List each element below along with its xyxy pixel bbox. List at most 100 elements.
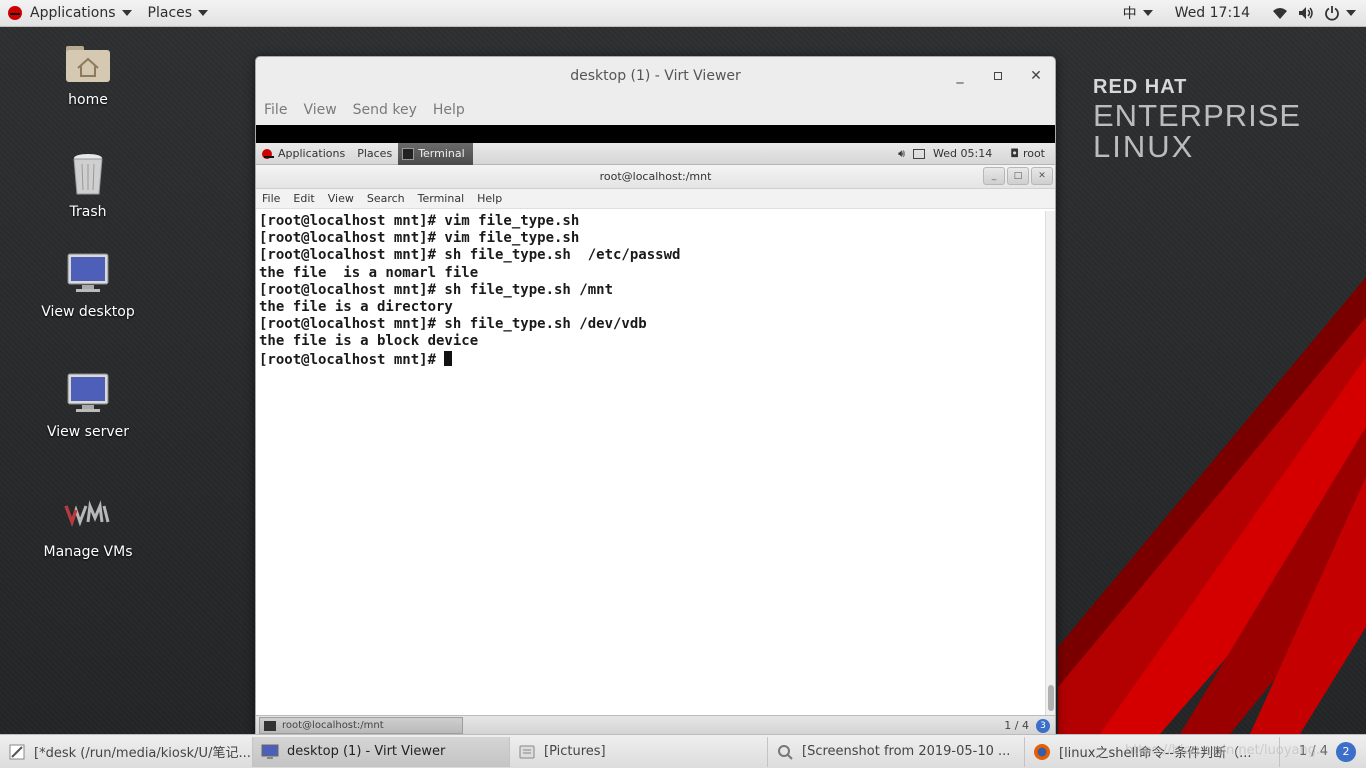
vm-logo-icon xyxy=(64,490,112,538)
terminal-line: the file is a block device xyxy=(259,333,479,350)
desktop-icon-label: home xyxy=(68,92,108,108)
desktop-icon-label: Trash xyxy=(69,204,107,220)
terminal-titlebar[interactable]: root@localhost:/mnt _ □ ✕ xyxy=(256,165,1055,189)
taskbar-item-pictures[interactable]: [Pictures] xyxy=(510,736,768,767)
virt-viewer-window: desktop (1) - Virt Viewer _ ✕ File View … xyxy=(255,56,1056,735)
firefox-icon xyxy=(1034,743,1050,760)
terminal-menu-view[interactable]: View xyxy=(328,192,354,205)
brand-line-3: LINUX xyxy=(1093,129,1195,164)
terminal-scrollbar[interactable] xyxy=(1045,211,1055,715)
maximize-button[interactable] xyxy=(979,57,1017,95)
places-label: Places xyxy=(147,5,193,21)
workspace-pager[interactable]: 1 / 4 2 xyxy=(1293,741,1366,762)
chevron-down-icon xyxy=(1142,10,1153,16)
terminal-line: [root@localhost mnt]# vim file_type.sh xyxy=(259,230,580,247)
desktop-icon-trash[interactable]: Trash xyxy=(28,150,148,220)
applications-menu[interactable]: Applications xyxy=(0,0,140,27)
scrollbar-thumb[interactable] xyxy=(1048,685,1054,711)
folder-icon xyxy=(519,745,535,758)
window-titlebar[interactable]: desktop (1) - Virt Viewer _ ✕ xyxy=(256,57,1055,95)
terminal-menu-help[interactable]: Help xyxy=(477,192,502,205)
maximize-icon: □ xyxy=(1013,171,1023,181)
terminal-title: root@localhost:/mnt xyxy=(599,170,712,183)
top-panel: Applications Places 中 Wed 17:14 xyxy=(0,0,1366,27)
minimize-button[interactable]: _ xyxy=(941,57,979,95)
terminal-line: [root@localhost mnt]# sh file_type.sh /m… xyxy=(259,281,614,298)
terminal-output[interactable]: [root@localhost mnt]# vim file_type.sh [r… xyxy=(256,211,1044,715)
terminal-line: [root@localhost mnt]# sh file_type.sh /e… xyxy=(259,247,681,264)
guest-user-menu[interactable]: root xyxy=(1023,147,1045,160)
wifi-icon xyxy=(1273,8,1287,19)
chevron-down-icon xyxy=(121,10,132,16)
terminal-line: [root@localhost mnt]# vim file_type.sh xyxy=(259,213,580,229)
terminal-line: the file is a directory xyxy=(259,299,453,316)
brand-line-2: ENTERPRISE xyxy=(1093,98,1302,133)
minimize-icon: _ xyxy=(956,68,964,84)
guest-notification-badge[interactable]: 3 xyxy=(1036,719,1050,733)
notification-badge[interactable]: 2 xyxy=(1336,741,1356,762)
applications-label: Applications xyxy=(30,5,116,21)
maximize-icon xyxy=(994,72,1002,80)
taskbar-item-firefox[interactable]: [linux之shell命令--条件判断（... xyxy=(1025,736,1280,767)
guest-display[interactable]: Applications Places Terminal 🔊︎ Wed 05:1… xyxy=(256,142,1055,735)
guest-terminal-label: Terminal xyxy=(418,147,465,160)
taskbar-item-editor[interactable]: [*desk (/run/media/kiosk/U/笔记... xyxy=(0,736,253,767)
trash-icon xyxy=(64,150,112,198)
places-menu[interactable]: Places xyxy=(140,0,217,27)
text-editor-icon xyxy=(9,744,25,759)
input-method-menu[interactable]: 中 xyxy=(1115,0,1161,27)
terminal-close-button[interactable]: ✕ xyxy=(1031,167,1053,185)
power-icon xyxy=(1325,6,1339,21)
guest-bottom-panel: root@localhost:/mnt 1 / 4 3 xyxy=(256,715,1055,735)
desktop-icon-manage-vms[interactable]: Manage VMs xyxy=(28,490,148,560)
network-icon[interactable] xyxy=(913,148,926,159)
terminal-maximize-button[interactable]: □ xyxy=(1007,167,1029,185)
desktop-icon-home[interactable]: home xyxy=(28,38,148,108)
taskbar-item-screenshot[interactable]: [Screenshot from 2019-05-10 ... xyxy=(768,736,1025,767)
guest-applications-menu[interactable]: Applications xyxy=(256,143,351,165)
red-hat-brand: RED HAT ENTERPRISE LINUX xyxy=(1093,77,1301,162)
close-button[interactable]: ✕ xyxy=(1017,57,1055,95)
bottom-taskbar: [*desk (/run/media/kiosk/U/笔记... desktop… xyxy=(0,734,1366,768)
desktop-icon-label: View desktop xyxy=(41,304,135,320)
volume-icon xyxy=(1299,7,1313,19)
menu-view[interactable]: View xyxy=(303,102,336,118)
guest-task-terminal[interactable]: root@localhost:/mnt xyxy=(259,717,463,734)
menu-help[interactable]: Help xyxy=(433,102,465,118)
terminal-minimize-button[interactable]: _ xyxy=(983,167,1005,185)
terminal-menu-edit[interactable]: Edit xyxy=(293,192,314,205)
taskbar-item-label: desktop (1) - Virt Viewer xyxy=(287,744,446,759)
guest-clock[interactable]: Wed 05:14 xyxy=(933,147,992,160)
guest-applications-label: Applications xyxy=(278,147,346,160)
desktop-icon-label: View server xyxy=(47,424,129,440)
menu-send-key[interactable]: Send key xyxy=(353,102,417,118)
terminal-cursor xyxy=(444,350,453,366)
volume-icon[interactable]: 🔊︎ xyxy=(898,147,905,161)
clock[interactable]: Wed 17:14 xyxy=(1161,0,1264,27)
desktop-icon-view-server[interactable]: View server xyxy=(28,370,148,440)
menu-file[interactable]: File xyxy=(264,102,287,118)
window-title: desktop (1) - Virt Viewer xyxy=(570,68,741,84)
home-folder-icon xyxy=(64,38,112,86)
guest-places-menu[interactable]: Places xyxy=(351,143,398,165)
guest-workspace-pager[interactable]: 1 / 4 xyxy=(1004,719,1029,732)
system-status-menu[interactable] xyxy=(1264,0,1366,27)
taskbar-item-label: [linux之shell命令--条件判断（... xyxy=(1059,746,1252,761)
terminal-menu-terminal[interactable]: Terminal xyxy=(418,192,465,205)
desktop-icon-view-desktop[interactable]: View desktop xyxy=(28,250,148,320)
terminal-prompt-line: [root@localhost mnt]# xyxy=(259,350,1044,369)
terminal-icon xyxy=(264,720,276,731)
chevron-down-icon xyxy=(1346,10,1356,16)
guest-terminal-launcher[interactable]: Terminal xyxy=(398,142,473,165)
monitor-icon xyxy=(261,744,279,759)
workspace-pager-label: 1 / 4 xyxy=(1298,744,1328,759)
image-viewer-icon xyxy=(778,744,793,760)
taskbar-item-virt-viewer[interactable]: desktop (1) - Virt Viewer xyxy=(253,736,510,767)
taskbar-item-label: [*desk (/run/media/kiosk/U/笔记... xyxy=(34,746,251,761)
terminal-line: the file is a nomarl file xyxy=(259,264,479,281)
terminal-menu-file[interactable]: File xyxy=(262,192,280,205)
user-icon: ◘ xyxy=(1010,147,1019,160)
terminal-menu-search[interactable]: Search xyxy=(367,192,405,205)
brand-line-1: RED HAT xyxy=(1093,76,1188,98)
terminal-menubar: File Edit View Search Terminal Help xyxy=(256,189,1055,209)
